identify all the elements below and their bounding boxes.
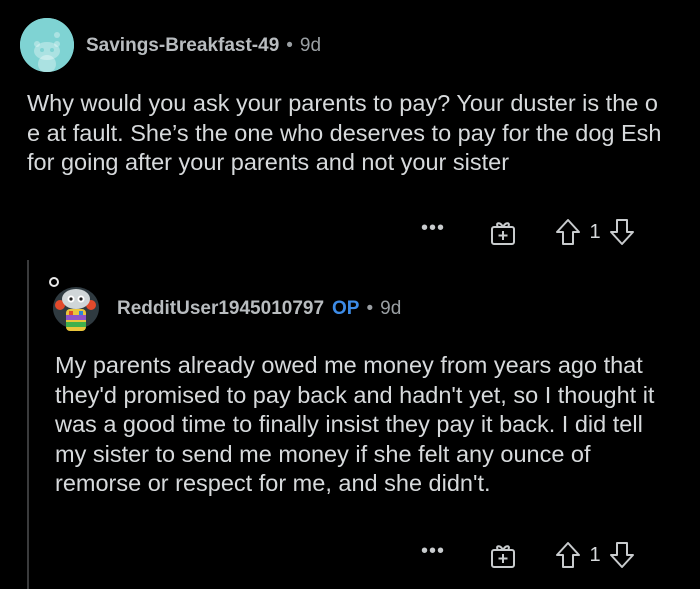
comment-1-username[interactable]: Savings-Breakfast-49 xyxy=(86,35,279,56)
comment-2-age: 9d xyxy=(380,298,402,319)
downvote-icon[interactable] xyxy=(608,540,636,570)
award-icon[interactable] xyxy=(488,540,518,570)
comment-1-actions: ••• 1 xyxy=(418,215,636,249)
op-badge: OP xyxy=(332,298,360,319)
thread-line[interactable] xyxy=(27,260,29,589)
comment-2-separator: • xyxy=(366,298,374,319)
upvote-icon[interactable] xyxy=(554,217,582,247)
snoo-avatar-icon[interactable] xyxy=(20,18,74,72)
downvote-icon[interactable] xyxy=(608,217,636,247)
more-options-icon[interactable]: ••• xyxy=(418,541,448,561)
comment-2-score: 1 xyxy=(589,543,601,566)
comment-1-age: 9d xyxy=(299,35,322,56)
upvote-icon[interactable] xyxy=(554,540,582,570)
comment-1-score: 1 xyxy=(589,220,601,243)
comment-2-actions: ••• 1 xyxy=(418,538,636,572)
comment-1-meta: Savings-Breakfast-49 • 9d xyxy=(86,34,321,58)
comment-1-body: Why would you ask your parents to pay? Y… xyxy=(27,90,662,175)
more-options-icon[interactable]: ••• xyxy=(418,218,448,238)
comment-2-body: My parents already owed me money from ye… xyxy=(55,352,655,496)
comment-2-meta: RedditUser1945010797 OP • 9d xyxy=(117,297,401,321)
comment-1-separator: • xyxy=(286,35,293,56)
custom-avatar-icon[interactable] xyxy=(48,275,104,335)
award-icon[interactable] xyxy=(488,217,518,247)
comment-2-username[interactable]: RedditUser1945010797 xyxy=(117,298,324,319)
